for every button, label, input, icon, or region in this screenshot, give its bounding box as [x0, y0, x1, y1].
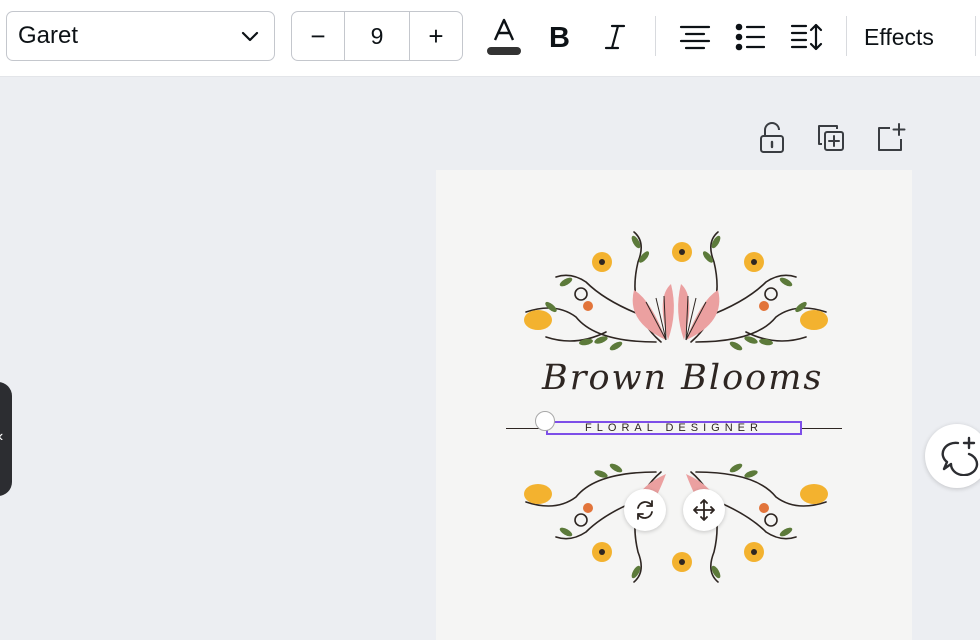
move-button[interactable] [683, 489, 725, 531]
floral-wreath-top [524, 231, 828, 351]
bold-icon: B [549, 22, 570, 52]
lock-icon[interactable] [756, 122, 788, 154]
toolbar-divider [846, 16, 847, 56]
line-spacing-icon [790, 23, 823, 51]
list-button[interactable] [733, 14, 767, 60]
italic-button[interactable] [600, 14, 630, 60]
add-page-icon[interactable] [874, 122, 906, 154]
effects-button[interactable]: Effects [864, 14, 934, 60]
text-color-icon [487, 18, 521, 55]
rotate-icon [637, 500, 653, 520]
collapse-panel-button[interactable]: ‹ [0, 382, 12, 496]
toolbar-divider [975, 16, 976, 56]
font-family-dropdown[interactable]: Garet [6, 11, 275, 61]
text-toolbar: Garet − 9 + B Effects [0, 0, 980, 77]
spacing-button[interactable] [788, 14, 826, 60]
brand-name-text[interactable]: Brown Blooms [542, 358, 821, 398]
rotate-button[interactable] [624, 489, 666, 531]
increase-font-size-button[interactable]: + [410, 12, 462, 60]
font-family-value: Garet [18, 22, 79, 49]
bulleted-list-icon [735, 23, 765, 51]
text-color-button[interactable] [484, 14, 524, 60]
design-canvas[interactable]: Brown Blooms FLORAL DESIGNER [436, 170, 912, 640]
selected-text-box[interactable]: FLORAL DESIGNER [546, 421, 802, 435]
add-comment-button[interactable] [925, 424, 980, 488]
svg-text:B: B [549, 22, 570, 52]
bold-button[interactable]: B [544, 14, 576, 60]
resize-handle[interactable] [535, 411, 555, 431]
toolbar-divider [655, 16, 656, 56]
duplicate-page-icon[interactable] [815, 122, 847, 154]
add-comment-icon [941, 436, 979, 476]
align-button[interactable] [676, 14, 714, 60]
move-icon [693, 499, 715, 521]
italic-icon [604, 24, 626, 50]
font-size-input[interactable]: 9 [344, 12, 410, 60]
chevron-down-icon [241, 31, 259, 42]
decrease-font-size-button[interactable]: − [292, 12, 344, 60]
collapse-glyph: ‹ [0, 428, 3, 446]
floral-wreath-bottom [524, 463, 828, 583]
font-size-stepper: − 9 + [291, 11, 463, 61]
align-center-icon [679, 25, 711, 50]
divider-line [802, 428, 842, 429]
